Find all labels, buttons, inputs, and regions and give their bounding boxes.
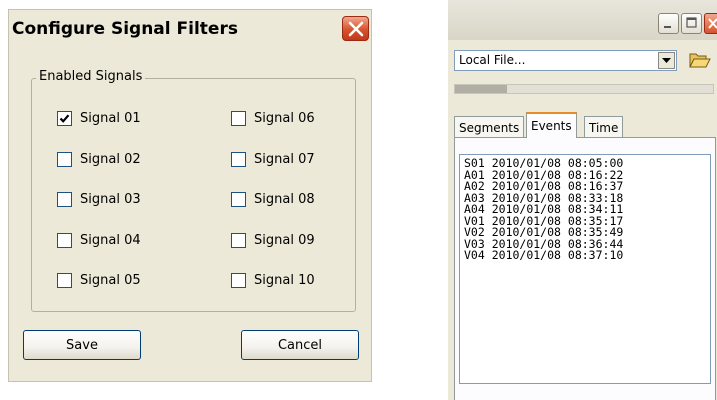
checkbox-box[interactable]	[57, 232, 72, 248]
signal-label: Signal 06	[254, 110, 315, 126]
source-select-value: Local File...	[459, 53, 526, 67]
dialog-titlebar: Configure Signal Filters	[9, 10, 371, 48]
signal-08-checkbox[interactable]: Signal 08	[231, 191, 315, 207]
signal-01-checkbox[interactable]: Signal 01	[57, 110, 141, 126]
checkbox-box[interactable]	[231, 272, 246, 288]
dialog-close-button[interactable]	[342, 16, 369, 41]
signal-label: Signal 10	[254, 272, 315, 288]
minimize-icon	[664, 26, 671, 28]
dialog-title: Configure Signal Filters	[12, 19, 238, 39]
checkbox-box[interactable]	[231, 232, 246, 248]
window-titlebar	[448, 0, 717, 40]
tab-segments[interactable]: Segments	[454, 116, 525, 138]
event-viewer-window: Local File... Segments Events Time S01 2…	[448, 0, 717, 400]
configure-signal-filters-dialog: Configure Signal Filters Enabled Signals…	[8, 9, 372, 382]
signal-03-checkbox[interactable]: Signal 03	[57, 191, 141, 207]
checkbox-box[interactable]	[231, 191, 246, 207]
signal-label: Signal 05	[80, 272, 141, 288]
checkbox-box[interactable]	[57, 151, 72, 167]
open-file-button[interactable]	[686, 48, 714, 72]
events-tab-panel: S01 2010/01/08 08:05:00 A01 2010/01/08 08…	[454, 137, 716, 400]
event-date: 2010/01/08	[491, 248, 561, 262]
checkbox-box[interactable]	[57, 110, 72, 126]
view-tabs: Segments Events Time	[454, 112, 716, 138]
minimize-button[interactable]	[658, 13, 679, 34]
signal-label: Signal 04	[80, 232, 141, 248]
signal-label: Signal 02	[80, 151, 141, 167]
checkbox-box[interactable]	[57, 191, 72, 207]
signal-07-checkbox[interactable]: Signal 07	[231, 151, 315, 167]
chevron-down-icon	[662, 57, 671, 63]
signal-06-checkbox[interactable]: Signal 06	[231, 110, 315, 126]
events-list[interactable]: S01 2010/01/08 08:05:00 A01 2010/01/08 08…	[459, 154, 711, 384]
window-close-button[interactable]	[704, 13, 717, 34]
tab-time[interactable]: Time	[584, 116, 624, 138]
signal-label: Signal 07	[254, 151, 315, 167]
tab-events[interactable]: Events	[526, 112, 577, 138]
signal-10-checkbox[interactable]: Signal 10	[231, 272, 315, 288]
signal-09-checkbox[interactable]: Signal 09	[231, 232, 315, 248]
close-icon	[348, 21, 364, 37]
event-rows: S01 2010/01/08 08:05:00 A01 2010/01/08 08…	[462, 157, 624, 262]
load-progress-bar	[454, 84, 714, 94]
signal-02-checkbox[interactable]: Signal 02	[57, 151, 141, 167]
open-folder-icon	[689, 53, 711, 68]
checkbox-box[interactable]	[231, 151, 246, 167]
signal-05-checkbox[interactable]: Signal 05	[57, 272, 141, 288]
source-select[interactable]: Local File...	[454, 50, 677, 71]
event-code: V04	[464, 248, 485, 262]
save-button[interactable]: Save	[23, 330, 141, 360]
checkbox-box[interactable]	[231, 110, 246, 126]
progress-fill	[455, 85, 507, 93]
close-icon	[708, 18, 717, 29]
event-row[interactable]: V04 2010/01/08 08:37:10	[462, 248, 624, 262]
signal-label: Signal 08	[254, 191, 315, 207]
maximize-icon	[686, 17, 697, 28]
signal-label: Signal 03	[80, 191, 141, 207]
signal-label: Signal 01	[80, 110, 141, 126]
checkmark-icon	[59, 113, 70, 123]
maximize-button[interactable]	[681, 13, 702, 34]
checkbox-box[interactable]	[57, 272, 72, 288]
event-time: 08:37:10	[567, 248, 624, 262]
enabled-signals-group-label: Enabled Signals	[36, 69, 146, 84]
signal-04-checkbox[interactable]: Signal 04	[57, 232, 141, 248]
cancel-button[interactable]: Cancel	[241, 330, 359, 360]
dropdown-button[interactable]	[658, 52, 675, 69]
signal-label: Signal 09	[254, 232, 315, 248]
